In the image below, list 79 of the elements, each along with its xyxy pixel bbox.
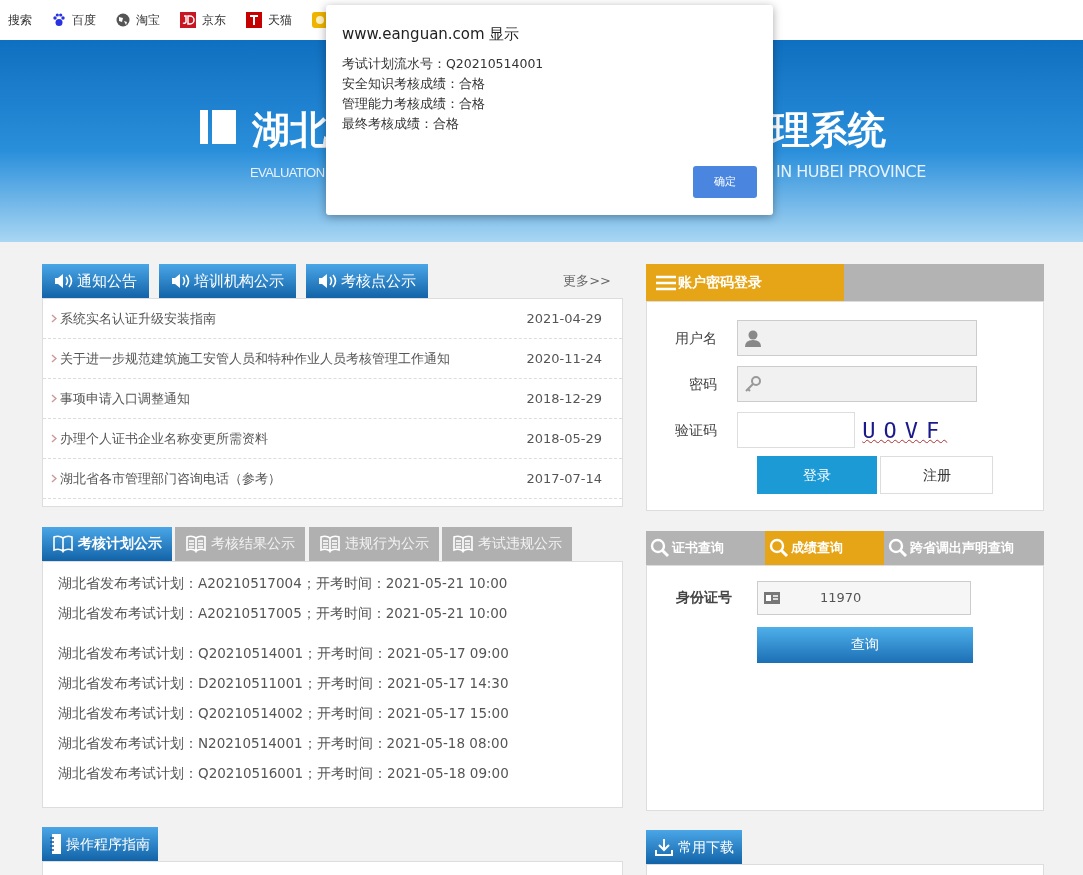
- exam-plan-text: 湖北省发布考试计划：A20210517005；开考时间：2021-05-21 10:00: [57, 603, 509, 623]
- section-header: 常用下载: [646, 830, 742, 864]
- bookmark-link[interactable]: 搜索: [8, 11, 32, 29]
- jd-logo-icon: [180, 12, 196, 28]
- exam-plan-text: 湖北省发布考试计划：Q20210514002；开考时间：2021-05-17 15:00: [57, 703, 510, 723]
- notice-date: 2018-12-29: [526, 389, 602, 408]
- speaker-icon: [54, 272, 73, 290]
- book-icon: [451, 533, 474, 554]
- chevron-icon: [51, 314, 57, 323]
- bookmark-link[interactable]: 天猫: [246, 11, 292, 29]
- field-label: 身份证号: [675, 588, 733, 607]
- dialog-message: 安全知识考核成绩：合格: [342, 74, 486, 93]
- dialog-message: 管理能力考核成绩：合格: [342, 94, 486, 113]
- notice-link[interactable]: 事项申请入口调整通知: [60, 388, 191, 409]
- exam-plan-text: 湖北省发布考试计划：A20210517004；开考时间：2021-05-21 10:00: [57, 573, 509, 593]
- chevron-icon: [51, 394, 57, 403]
- dialog-message: 最终考核成绩：合格: [342, 114, 460, 133]
- exam-plan-text: 湖北省发布考试计划：D20210511001；开考时间：2021-05-17 14:30: [57, 673, 510, 693]
- field-label: 用户名: [674, 328, 718, 348]
- notice-link[interactable]: 系统实名认证升级安装指南: [60, 308, 217, 329]
- list-icon: [50, 833, 62, 855]
- notice-date: 2021-04-29: [526, 309, 602, 328]
- captcha-field[interactable]: [737, 412, 855, 448]
- download-icon: [654, 837, 674, 857]
- ok-button[interactable]: 确定: [693, 166, 757, 198]
- notice-tab[interactable]: 通知公告: [42, 264, 149, 298]
- exam-plan-text: 湖北省发布考试计划：N20210514001；开考时间：2021-05-18 08:00: [57, 733, 510, 753]
- section-header: 操作程序指南: [42, 827, 158, 861]
- query-tab[interactable]: 成绩查询: [765, 530, 884, 565]
- search-icon: [650, 537, 670, 558]
- bookmark-link[interactable]: 淘宝: [116, 11, 160, 29]
- username-field[interactable]: [737, 320, 977, 356]
- captcha-image: UOVF: [862, 416, 948, 445]
- notice-date: 2018-05-29: [526, 429, 602, 448]
- dialog-message: 考试计划流水号：Q20210514001: [342, 54, 545, 73]
- speaker-icon: [171, 272, 190, 290]
- register-button[interactable]: 注册: [880, 456, 994, 494]
- banner-title: 理系统: [772, 107, 886, 154]
- notice-tab[interactable]: 考核点公示: [306, 264, 428, 298]
- exam-tab[interactable]: 考核计划公示: [42, 526, 172, 561]
- menu-icon: [656, 274, 676, 291]
- id-card-icon: [764, 591, 780, 604]
- dialog-title: www.eanguan.com 显示: [342, 24, 521, 45]
- chevron-icon: [51, 434, 57, 443]
- notice-link[interactable]: 关于进一步规范建筑施工安管人员和特种作业人员考核管理工作通知: [60, 348, 451, 369]
- field-label: 验证码: [674, 420, 718, 440]
- exam-plan-text: 湖北省发布考试计划：Q20210514001；开考时间：2021-05-17 09:00: [57, 643, 510, 663]
- tmall-logo-icon: [246, 12, 262, 28]
- logo-icon: [200, 110, 236, 144]
- query-button[interactable]: 查询: [757, 626, 973, 663]
- banner-subtitle: EVALUATION: [250, 164, 325, 182]
- bookmark-link[interactable]: 百度: [52, 11, 96, 29]
- notice-link[interactable]: 办理个人证书企业名称变更所需资料: [60, 428, 269, 449]
- exam-plan-text: 湖北省发布考试计划：Q20210516001；开考时间：2021-05-18 09:00: [57, 763, 510, 783]
- search-icon: [769, 537, 789, 558]
- notice-link[interactable]: 湖北省各市管理部门咨询电话（参考）: [60, 468, 282, 489]
- book-icon: [52, 533, 74, 554]
- more-link[interactable]: 更多>>: [563, 270, 611, 290]
- id-number-field[interactable]: 11970: [757, 580, 971, 615]
- paw-icon: [52, 13, 66, 27]
- globe-icon: [116, 13, 130, 27]
- banner-title: 湖北: [252, 107, 328, 154]
- banner-subtitle: IN HUBEI PROVINCE: [776, 161, 926, 183]
- notice-date: 2017-07-14: [526, 469, 602, 488]
- bookmark-link[interactable]: 京东: [180, 11, 226, 29]
- login-tab[interactable]: 账户密码登录: [646, 264, 844, 301]
- chevron-icon: [51, 474, 57, 483]
- user-icon: [744, 329, 762, 347]
- password-field[interactable]: [737, 366, 977, 402]
- key-icon: [744, 375, 762, 393]
- notice-date: 2020-11-24: [526, 349, 602, 368]
- chevron-icon: [51, 354, 57, 363]
- speaker-icon: [318, 272, 337, 290]
- search-icon: [888, 537, 908, 558]
- notice-tab[interactable]: 培训机构公示: [159, 264, 296, 298]
- login-button[interactable]: 登录: [757, 456, 877, 494]
- book-icon: [318, 533, 341, 554]
- book-icon: [185, 533, 208, 554]
- field-label: 密码: [688, 374, 718, 394]
